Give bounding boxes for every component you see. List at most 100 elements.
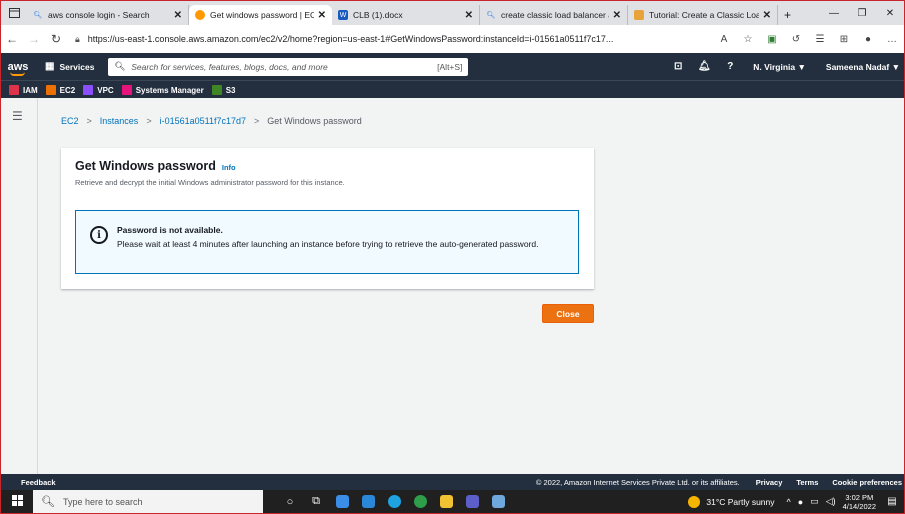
aws-search-input[interactable]: 🔍︎ Search for services, features, blogs,… bbox=[108, 57, 469, 76]
help-icon[interactable]: ? bbox=[717, 61, 743, 72]
tab-search[interactable]: 🔍︎ aws console login - Search ✕ bbox=[27, 5, 189, 25]
tab-actions-icon[interactable] bbox=[1, 1, 27, 25]
console-footer: Feedback © 2022, Amazon Internet Service… bbox=[1, 474, 904, 490]
network-icon[interactable]: ▭ bbox=[810, 496, 819, 507]
close-tab-icon[interactable]: ✕ bbox=[763, 10, 771, 21]
cortana-icon[interactable]: ○ bbox=[277, 490, 303, 513]
breadcrumb-instances[interactable]: Instances bbox=[100, 116, 139, 126]
url-field[interactable]: 🔒︎ https://us-east-1.console.aws.amazon.… bbox=[75, 29, 675, 49]
chrome-icon[interactable] bbox=[407, 490, 433, 513]
screen: 🔍︎ aws console login - Search ✕ Get wind… bbox=[0, 0, 905, 514]
weather-widget[interactable]: 31°C Partly sunny bbox=[688, 495, 775, 508]
breadcrumb: EC2 > Instances > i-01561a0511f7c17d7 > … bbox=[61, 116, 362, 126]
taskbar-search-input[interactable]: 🔍︎ Type here to search bbox=[33, 490, 263, 513]
search-icon: 🔍︎ bbox=[33, 12, 43, 19]
breadcrumb-ec2[interactable]: EC2 bbox=[61, 116, 79, 126]
systems-manager-icon bbox=[121, 85, 132, 95]
task-view-icon[interactable]: ⧉ bbox=[303, 490, 329, 513]
aws-logo[interactable]: aws bbox=[1, 61, 35, 76]
vpc-icon bbox=[83, 85, 94, 95]
page-title: Get Windows password Info bbox=[75, 159, 236, 173]
word-icon: W bbox=[338, 10, 348, 20]
info-link[interactable]: Info bbox=[222, 163, 236, 172]
feedback-link[interactable]: Feedback bbox=[21, 478, 56, 487]
account-menu[interactable]: Sameena Nadaf ▼ bbox=[826, 62, 900, 72]
back-icon[interactable]: ← bbox=[1, 32, 23, 46]
main-content: ☰ EC2 > Instances > i-01561a0511f7c17d7 … bbox=[1, 98, 904, 474]
close-tab-icon[interactable]: ✕ bbox=[174, 10, 182, 21]
close-tab-icon[interactable]: ✕ bbox=[318, 10, 326, 21]
search-icon: 🔍︎ bbox=[486, 12, 496, 19]
more-icon[interactable]: … bbox=[880, 34, 904, 45]
get-windows-password-panel: Get Windows password Info Retrieve and de… bbox=[61, 148, 594, 289]
s3-icon bbox=[211, 85, 222, 95]
search-icon: 🔍︎ bbox=[114, 61, 126, 71]
forward-icon[interactable]: → bbox=[23, 32, 45, 46]
partly-sunny-icon bbox=[688, 495, 701, 508]
grid-icon: ▦ bbox=[45, 61, 55, 72]
restore-icon[interactable]: ❐ bbox=[848, 8, 876, 19]
extension-icon[interactable]: ▣ bbox=[760, 34, 784, 45]
favorite-ec2[interactable]: EC2 bbox=[45, 85, 75, 95]
tray-chevron-up-icon[interactable]: ^ bbox=[787, 497, 791, 507]
ec2-icon bbox=[45, 85, 56, 95]
collections-icon[interactable]: ⊞ bbox=[832, 34, 856, 45]
cloudshell-icon[interactable]: ⊡ bbox=[665, 61, 691, 72]
close-tab-icon[interactable]: ✕ bbox=[465, 10, 473, 21]
breadcrumb-separator: > bbox=[254, 116, 260, 126]
hamburger-menu-icon[interactable]: ☰ bbox=[12, 109, 23, 123]
browser-tab-bar: 🔍︎ aws console login - Search ✕ Get wind… bbox=[1, 1, 904, 25]
search-icon: 🔍︎ bbox=[41, 496, 55, 508]
alert-message: Please wait at least 4 minutes after lau… bbox=[117, 239, 539, 249]
cookie-preferences-link[interactable]: Cookie preferences bbox=[832, 478, 902, 487]
notifications-bell-icon[interactable]: 🔔︎ bbox=[691, 61, 717, 72]
notification-icon[interactable]: ▤ bbox=[884, 496, 900, 507]
refresh-icon[interactable]: ↻ bbox=[45, 32, 67, 46]
breadcrumb-separator: > bbox=[146, 116, 152, 126]
favorite-star-icon[interactable]: ☆ bbox=[736, 34, 760, 45]
minimize-icon[interactable]: — bbox=[820, 8, 848, 19]
tab-clb-docx[interactable]: W CLB (1).docx ✕ bbox=[332, 5, 480, 25]
terms-link[interactable]: Terms bbox=[796, 478, 818, 487]
lock-icon: 🔒︎ bbox=[75, 33, 80, 44]
copyright-text: © 2022, Amazon Internet Services Private… bbox=[535, 477, 740, 487]
app-icon[interactable] bbox=[485, 490, 511, 513]
teams-icon[interactable] bbox=[459, 490, 485, 513]
mail-icon[interactable] bbox=[355, 490, 381, 513]
region-selector[interactable]: N. Virginia ▼ bbox=[753, 62, 806, 72]
edge-icon[interactable] bbox=[381, 490, 407, 513]
breadcrumb-instance-id[interactable]: i-01561a0511f7c17d7 bbox=[160, 116, 246, 126]
service-favorites-bar: IAM EC2 VPC Systems Manager S3 bbox=[1, 80, 904, 99]
breadcrumb-separator: > bbox=[86, 116, 92, 126]
windows-start-icon[interactable] bbox=[1, 494, 33, 509]
favorite-iam[interactable]: IAM bbox=[9, 85, 38, 95]
read-aloud-icon[interactable]: A bbox=[712, 34, 736, 45]
volume-icon[interactable]: ◁) bbox=[826, 496, 836, 507]
tab-create-classic-lb[interactable]: 🔍︎ create classic load balancer a ✕ bbox=[480, 5, 628, 25]
services-menu[interactable]: ▦ Services bbox=[45, 61, 94, 72]
close-tab-icon[interactable]: ✕ bbox=[613, 10, 621, 21]
favorite-s3[interactable]: S3 bbox=[211, 85, 236, 95]
microphone-icon[interactable]: ● bbox=[798, 497, 803, 507]
iam-icon bbox=[9, 85, 19, 95]
aws-console-header: aws ▦ Services 🔍︎ Search for services, f… bbox=[1, 53, 904, 80]
taskbar-clock[interactable]: 3:02 PM 4/14/2022 bbox=[843, 493, 876, 511]
tab-get-windows-password[interactable]: Get windows password | EC2 ✕ bbox=[189, 5, 332, 25]
close-window-icon[interactable]: ✕ bbox=[876, 8, 904, 19]
favorite-systems-manager[interactable]: Systems Manager bbox=[121, 85, 204, 95]
favorites-icon[interactable]: ☰ bbox=[808, 34, 832, 45]
refresh-extension-icon[interactable]: ↺ bbox=[784, 34, 808, 45]
doc-icon bbox=[634, 10, 644, 20]
alert-title: Password is not available. bbox=[117, 225, 223, 235]
profile-icon[interactable]: ● bbox=[856, 34, 880, 45]
new-tab-button[interactable]: + bbox=[778, 5, 802, 25]
tab-tutorial[interactable]: Tutorial: Create a Classic Loa ✕ bbox=[628, 5, 778, 25]
favorite-vpc[interactable]: VPC bbox=[83, 85, 114, 95]
file-explorer-icon[interactable] bbox=[433, 490, 459, 513]
side-nav-rail: ☰ bbox=[1, 98, 38, 474]
address-bar-row: ← → ↻ 🔒︎ https://us-east-1.console.aws.a… bbox=[1, 25, 904, 54]
privacy-link[interactable]: Privacy bbox=[756, 478, 783, 487]
close-button[interactable]: Close bbox=[542, 304, 594, 323]
store-icon[interactable] bbox=[329, 490, 355, 513]
panel-description: Retrieve and decrypt the initial Windows… bbox=[75, 178, 345, 187]
